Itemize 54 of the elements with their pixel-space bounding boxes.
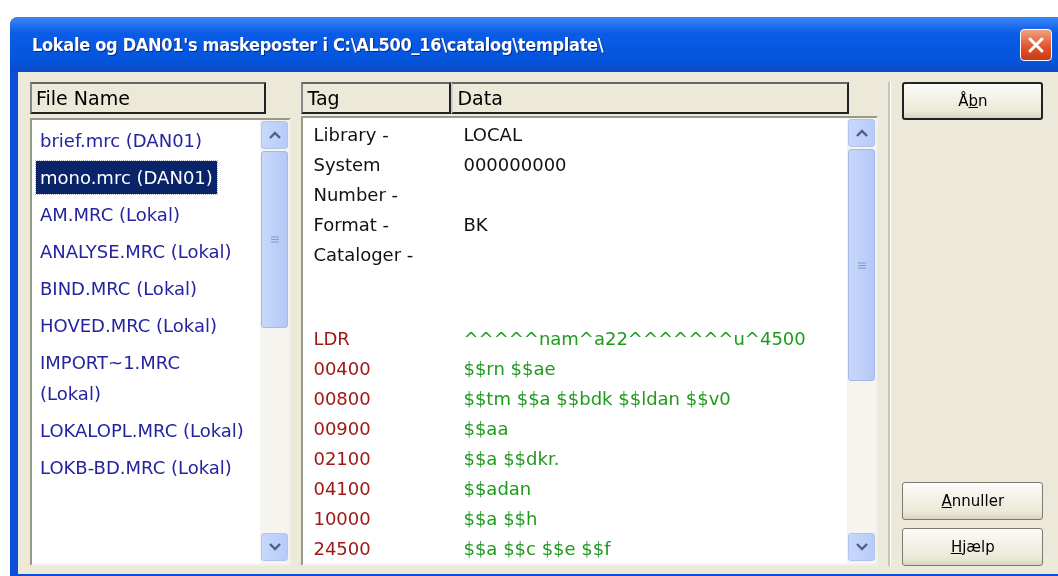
tag-cell-text: 00800 [313,387,372,411]
scrollbar[interactable] [260,120,290,564]
column-header[interactable]: Tag [301,82,452,114]
dialog-button[interactable]: Åbn [902,82,1044,120]
tag-cell-text: 04100 [313,477,372,501]
file-list-item[interactable]: LOKALOPL.MRC (Lokal) [36,414,248,447]
tag-cell-text: 02100 [313,447,372,471]
data-cell-text: $$adan [463,477,532,501]
dialog-button[interactable]: Annuller [902,482,1044,520]
tag-cell-text: Format - [313,213,391,237]
chevron-down-icon [268,543,281,551]
file-list-item[interactable]: LOKB-BD.MRC (Lokal) [36,451,236,484]
data-cell-text: $$a $$h [463,507,538,531]
tag-cell-text: 10000 [313,507,372,531]
data-cell-text: ^^^^^nam^a22^^^^^^^u^4500 [463,327,806,351]
data-cell-text: $$tm $$a $$bdk $$ldan $$v0 [463,387,731,411]
tag-cell-text: 00900 [313,417,372,441]
file-list-item[interactable]: mono.mrc (DAN01) [36,161,217,194]
scrollbar[interactable] [847,118,877,564]
scroll-up-button[interactable] [848,119,876,147]
tag-cell-text: 00400 [313,357,372,381]
scroll-up-button[interactable] [261,121,289,149]
chevron-down-icon [855,543,868,551]
window-title: Lokale og DAN01's maskeposter i C:\AL500_16\catalog\template\ [32,34,604,55]
file-list-item[interactable]: BIND.MRC (Lokal) [36,272,202,305]
scrollbar-thumb[interactable] [261,151,289,328]
data-cell-text: $$rn $$ae [463,357,556,381]
chevron-up-icon [855,129,868,137]
file-list-item[interactable]: AM.MRC (Lokal) [36,198,184,231]
data-cell-text: LOCAL [463,123,522,147]
file-list-item[interactable]: ANALYSE.MRC (Lokal) [36,235,236,268]
tag-cell-text: Library - [313,123,390,147]
tag-cell-text: LDR [313,327,351,351]
scrollbar-thumb[interactable] [848,149,876,381]
tag-cell-text: Cataloger - [313,243,415,267]
dialog-button[interactable]: Hjælp [902,528,1044,566]
grip-icon [270,236,279,243]
data-cell-text: $$aa [463,417,509,441]
data-cell-text: BK [463,213,488,237]
data-cell-text: $$a $$c $$e $$f [463,537,611,561]
tag-cell-text: System Number - [313,153,399,207]
column-header[interactable]: Data [451,82,850,114]
file-list-item[interactable]: brief.mrc (DAN01) [36,124,207,157]
file-list-item[interactable]: IMPORT~1.MRC (Lokal) [36,346,249,410]
close-button[interactable] [1020,28,1052,61]
scroll-down-button[interactable] [261,533,289,561]
file-list-item[interactable]: HOVED.MRC (Lokal) [36,309,221,342]
data-cell-text: $$a $$dkr. [463,447,560,471]
column-header[interactable]: File Name [30,82,266,114]
data-cell-text: 000000000 [463,153,567,177]
tag-cell-text: 24500 [313,537,372,561]
grip-icon [857,261,866,269]
scroll-down-button[interactable] [848,533,876,561]
chevron-up-icon [268,131,281,139]
